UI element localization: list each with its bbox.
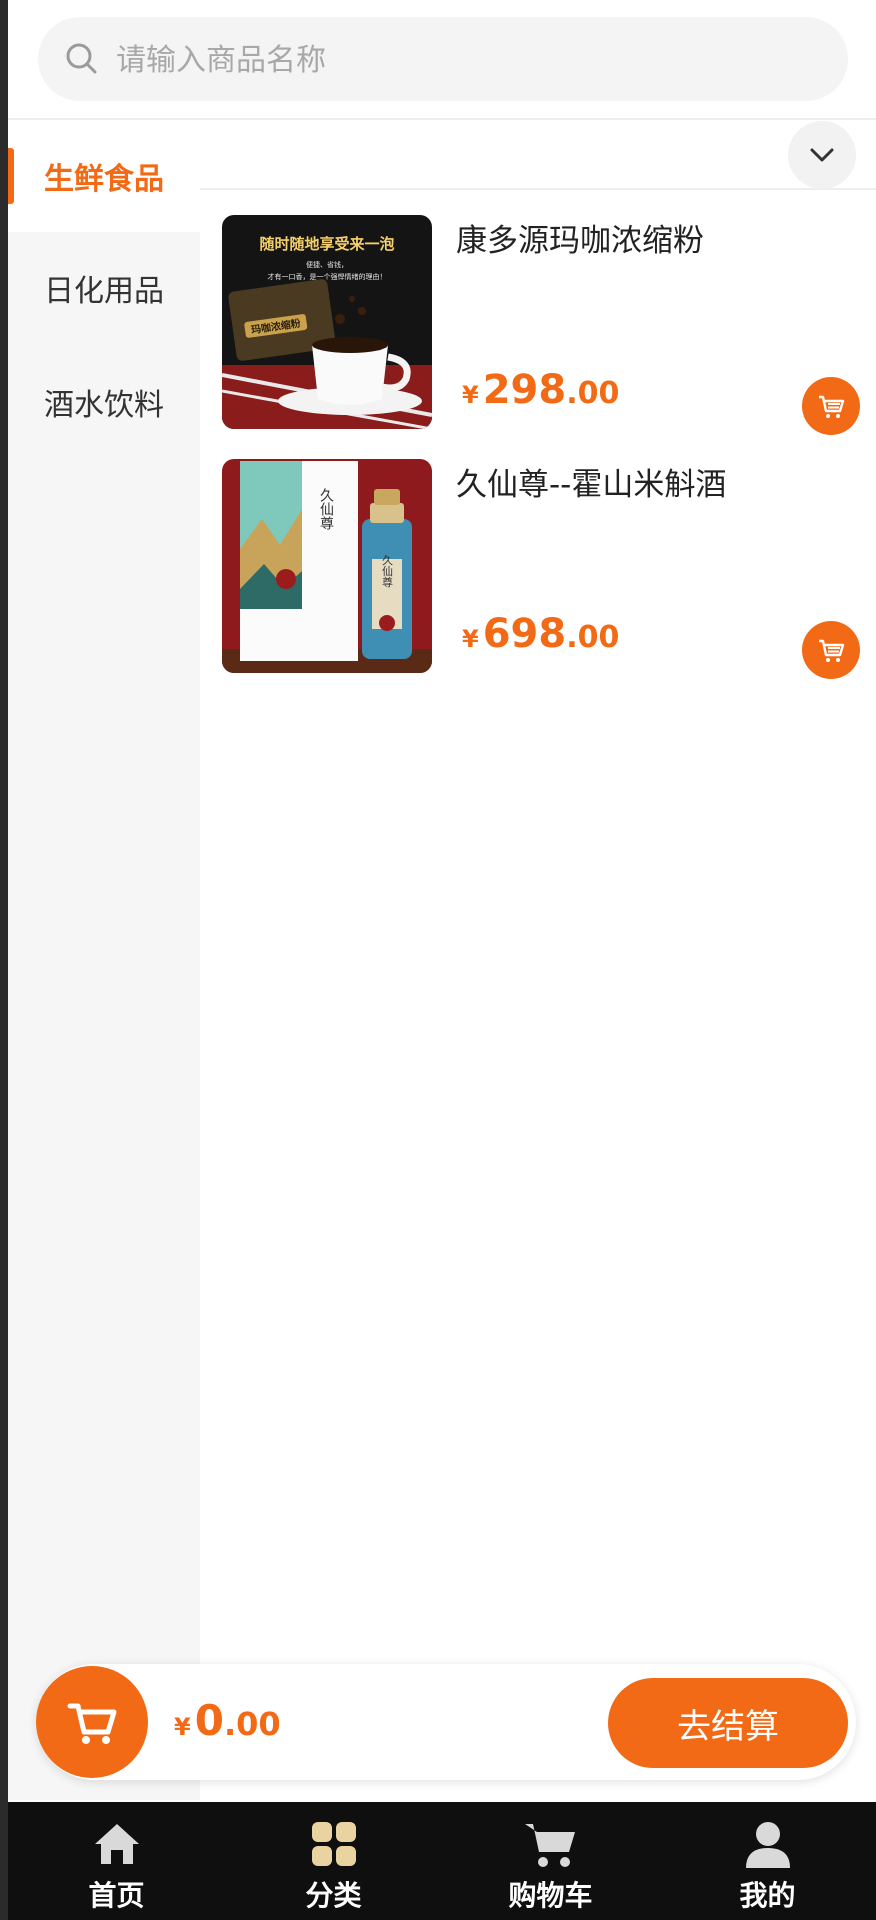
add-cart-icon xyxy=(819,639,845,662)
sidebar-item-drinks[interactable]: 酒水饮料 xyxy=(8,346,200,458)
expand-categories-button[interactable] xyxy=(788,121,856,189)
svg-text:才有一口香，是一个强悍情绪的理由！: 才有一口香，是一个强悍情绪的理由！ xyxy=(268,272,387,281)
content-divider xyxy=(200,188,876,190)
tab-label: 购物车 xyxy=(508,1879,593,1912)
sidebar-item-label: 日化用品 xyxy=(44,274,164,309)
category-page: 生鲜食品 日化用品 酒水饮料 随时随地享受来一泡 便捷、省钱， 才有一口香，是一… xyxy=(8,0,876,1920)
tab-cart[interactable]: 购物车 xyxy=(442,1802,659,1920)
category-sidebar: 生鲜食品 日化用品 酒水饮料 xyxy=(8,120,200,1800)
cart-button[interactable] xyxy=(36,1666,148,1778)
add-to-cart-button[interactable] xyxy=(802,377,860,435)
search-header xyxy=(8,0,876,120)
cart-summary-bar: ¥0.00 去结算 xyxy=(36,1664,856,1780)
product-name[interactable]: 久仙尊--霍山米斛酒 xyxy=(456,459,726,504)
sidebar-item-label: 酒水饮料 xyxy=(44,388,164,423)
add-cart-icon xyxy=(819,395,845,418)
tab-label: 我的 xyxy=(739,1879,796,1912)
coffee-product-image: 随时随地享受来一泡 便捷、省钱， 才有一口香，是一个强悍情绪的理由！ 玛咖浓缩粉 xyxy=(222,215,432,429)
sidebar-item-fresh-food[interactable]: 生鲜食品 xyxy=(8,120,200,232)
add-to-cart-button[interactable] xyxy=(802,621,860,679)
search-icon xyxy=(66,43,97,74)
tab-profile[interactable]: 我的 xyxy=(659,1802,876,1920)
product-card[interactable]: 久仙尊 久仙尊 久仙尊--霍山米斛酒 ¥698.00 xyxy=(222,459,862,679)
product-image[interactable]: 久仙尊 久仙尊 xyxy=(222,459,432,673)
product-price: ¥298.00 xyxy=(462,367,620,413)
tab-category[interactable]: 分类 xyxy=(225,1802,442,1920)
tab-label: 分类 xyxy=(305,1879,362,1912)
svg-text:便捷、省钱，: 便捷、省钱， xyxy=(306,260,348,269)
window-edge xyxy=(0,0,8,1920)
product-image[interactable]: 随时随地享受来一泡 便捷、省钱， 才有一口香，是一个强悍情绪的理由！ 玛咖浓缩粉 xyxy=(222,215,432,429)
category-icon xyxy=(306,1816,362,1872)
home-icon xyxy=(89,1816,145,1872)
sidebar-item-label: 生鲜食品 xyxy=(44,162,164,197)
search-box[interactable] xyxy=(38,17,848,103)
cart-icon xyxy=(523,1816,579,1872)
product-card[interactable]: 随时随地享受来一泡 便捷、省钱， 才有一口香，是一个强悍情绪的理由！ 玛咖浓缩粉… xyxy=(222,215,862,435)
product-price: ¥698.00 xyxy=(462,611,620,657)
svg-text:久仙尊: 久仙尊 xyxy=(381,554,394,588)
active-indicator xyxy=(8,148,14,204)
search-input[interactable] xyxy=(114,17,818,103)
shopping-cart-icon xyxy=(67,1703,117,1744)
sidebar-item-daily-chemicals[interactable]: 日化用品 xyxy=(8,232,200,344)
bottom-tab-bar: 首页 分类 购物车 我的 xyxy=(8,1802,876,1920)
tab-label: 首页 xyxy=(88,1879,145,1912)
chevron-down-icon xyxy=(810,148,834,162)
user-icon xyxy=(740,1816,796,1872)
tab-home[interactable]: 首页 xyxy=(8,1802,225,1920)
product-name[interactable]: 康多源玛咖浓缩粉 xyxy=(456,215,704,260)
cart-total: ¥0.00 xyxy=(174,1696,281,1745)
svg-text:随时随地享受来一泡: 随时随地享受来一泡 xyxy=(259,235,394,253)
liquor-product-image: 久仙尊 久仙尊 xyxy=(222,459,432,673)
checkout-button[interactable]: 去结算 xyxy=(608,1678,848,1768)
svg-text:久仙尊: 久仙尊 xyxy=(318,488,334,530)
